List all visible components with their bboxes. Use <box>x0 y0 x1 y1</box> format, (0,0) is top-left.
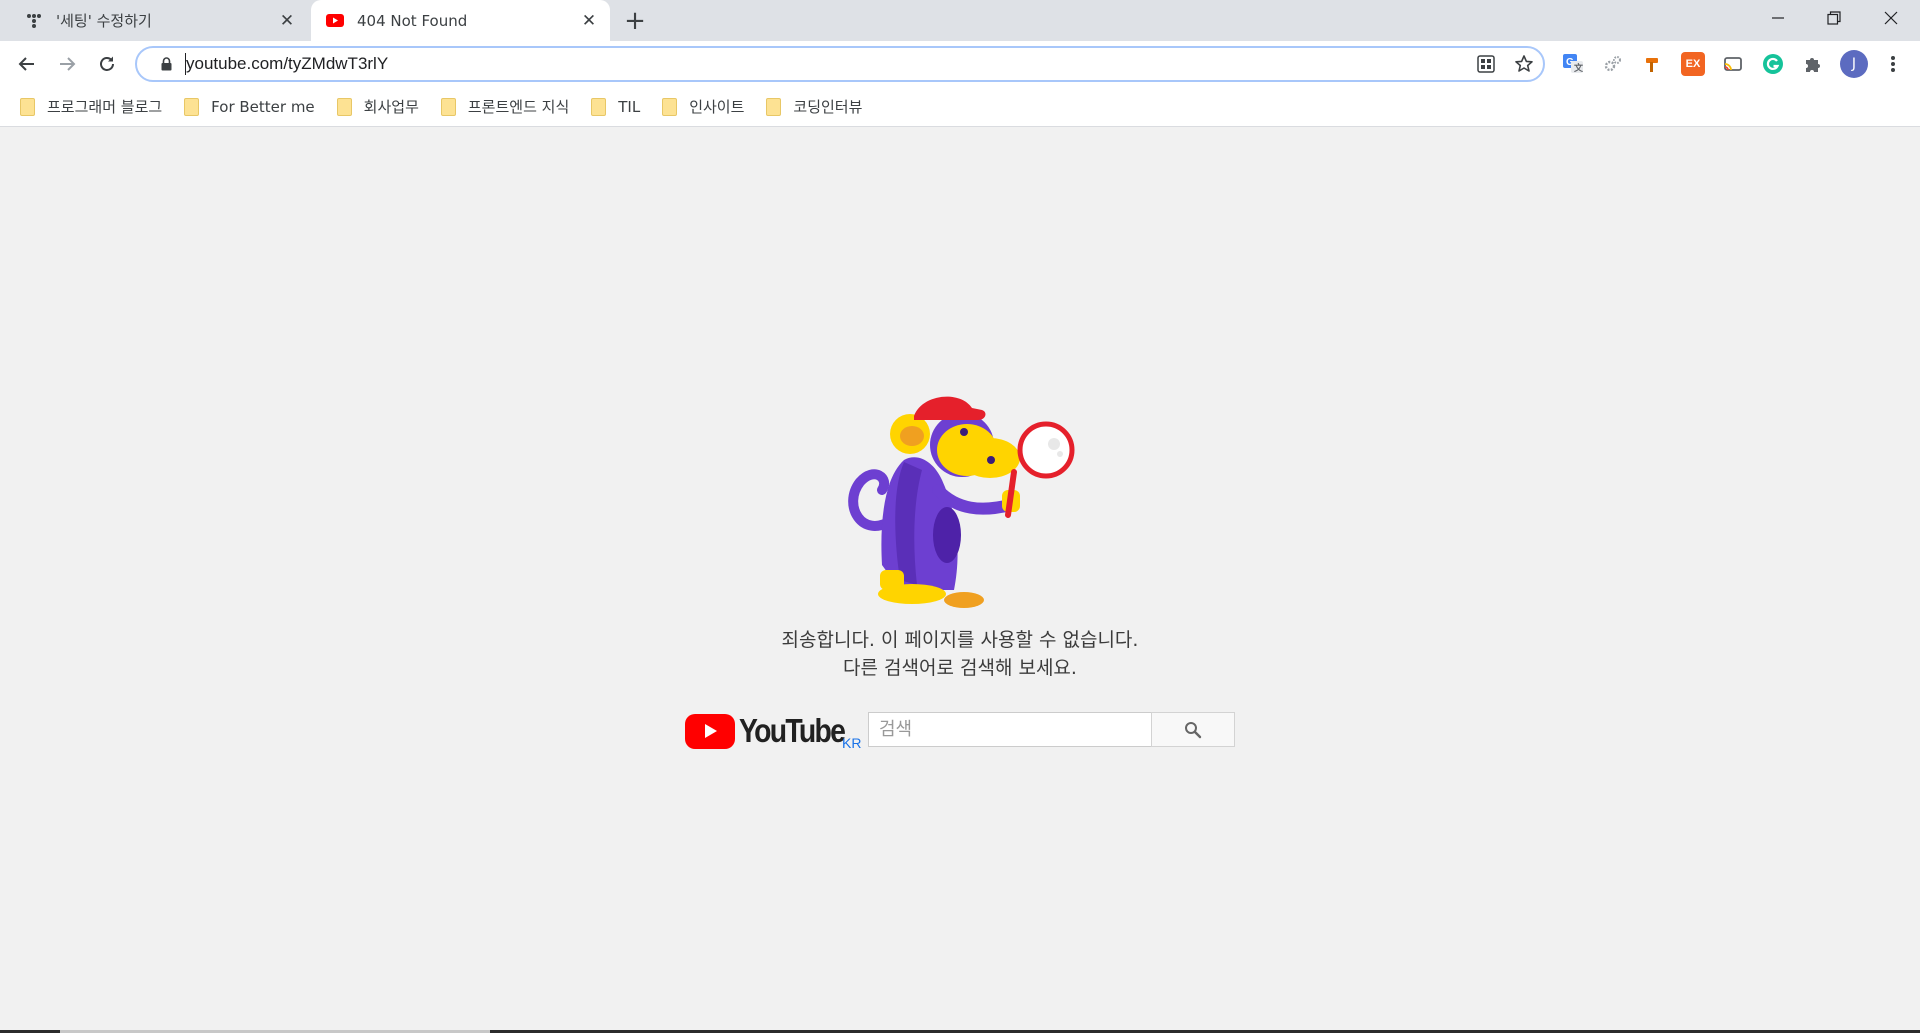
youtube-icon <box>325 11 345 31</box>
folder-icon <box>440 97 456 116</box>
monkey-illustration <box>848 396 1075 608</box>
profile-avatar[interactable]: J <box>1840 50 1868 78</box>
bookmark-folder[interactable]: 회사업무 <box>335 92 427 122</box>
tab-close-icon[interactable]: ✕ <box>576 8 602 34</box>
search-icon <box>1185 721 1202 738</box>
grammarly-icon[interactable] <box>1761 52 1785 76</box>
svg-text:文: 文 <box>1573 62 1584 74</box>
close-window-icon[interactable] <box>1862 0 1920 36</box>
google-translate-icon[interactable]: G文 <box>1561 52 1585 76</box>
browser-toolbar: youtube.com/tyZMdwT3rlY G文 EX J <box>0 41 1920 87</box>
more-menu-icon[interactable] <box>1881 52 1905 76</box>
folder-icon <box>662 97 678 116</box>
youtube-wordmark: YouTube <box>739 712 846 749</box>
error-line-2: 다른 검색어로 검색해 보세요. <box>843 657 1077 679</box>
bookmark-folder[interactable]: 코딩인터뷰 <box>764 92 870 122</box>
error-message: 죄송합니다. 이 페이지를 사용할 수 없습니다. 다른 검색어로 검색해 보세… <box>0 626 1920 682</box>
restore-icon[interactable] <box>1805 0 1863 36</box>
search-input[interactable]: 검색 <box>868 712 1152 747</box>
minimize-icon[interactable] <box>1749 0 1807 36</box>
folder-icon <box>591 97 607 116</box>
bookmark-folder[interactable]: TIL <box>589 92 648 122</box>
search-button[interactable] <box>1151 712 1235 747</box>
star-bookmark-icon[interactable] <box>1505 54 1543 74</box>
error-line-1: 죄송합니다. 이 페이지를 사용할 수 없습니다. <box>781 629 1139 651</box>
bookmarks-bar: 프로그래머 블로그 For Better me 회사업무 프론트엔드 지식 TI… <box>0 87 1920 127</box>
folder-icon <box>766 97 782 116</box>
bookmark-folder[interactable]: 프론트엔드 지식 <box>439 92 577 122</box>
tab-strip: '세팅' 수정하기 ✕ 404 Not Found ✕ + <box>0 0 1920 41</box>
bookmark-folder[interactable]: 프로그래머 블로그 <box>18 92 170 122</box>
qr-code-icon[interactable] <box>1467 55 1505 73</box>
tab-title: '세팅' 수정하기 <box>56 12 152 30</box>
tab-title: 404 Not Found <box>357 11 468 30</box>
cast-icon[interactable] <box>1721 52 1745 76</box>
country-code: KR <box>842 735 862 751</box>
reload-button[interactable] <box>92 49 122 79</box>
puzzle-icon[interactable] <box>1801 52 1825 76</box>
new-tab-button[interactable]: + <box>620 6 650 36</box>
arrow-right-icon <box>60 57 76 71</box>
back-button[interactable] <box>12 49 42 79</box>
forward-button[interactable] <box>52 49 82 79</box>
tab-close-icon[interactable]: ✕ <box>274 8 300 34</box>
arrow-left-icon <box>18 57 34 71</box>
tistory-dots-icon <box>24 11 44 31</box>
youtube-logo[interactable]: YouTube <box>685 710 861 752</box>
lock-icon[interactable] <box>151 57 181 71</box>
bookmark-folder[interactable]: For Better me <box>182 92 323 122</box>
youtube-play-icon <box>685 713 735 749</box>
ex-extension-icon[interactable]: EX <box>1681 52 1705 76</box>
tab-settings-edit[interactable]: '세팅' 수정하기 ✕ <box>0 0 308 41</box>
settings-gears-icon[interactable] <box>1601 52 1625 76</box>
bookmark-folder[interactable]: 인사이트 <box>660 92 752 122</box>
tab-404-not-found[interactable]: 404 Not Found ✕ <box>311 0 610 41</box>
folder-icon <box>184 97 200 116</box>
hammer-icon[interactable] <box>1641 52 1665 76</box>
address-bar[interactable]: youtube.com/tyZMdwT3rlY <box>135 46 1545 82</box>
reload-icon <box>100 56 114 71</box>
url-text[interactable]: youtube.com/tyZMdwT3rlY <box>185 53 1467 75</box>
folder-icon <box>336 97 352 116</box>
folder-icon <box>20 97 35 116</box>
